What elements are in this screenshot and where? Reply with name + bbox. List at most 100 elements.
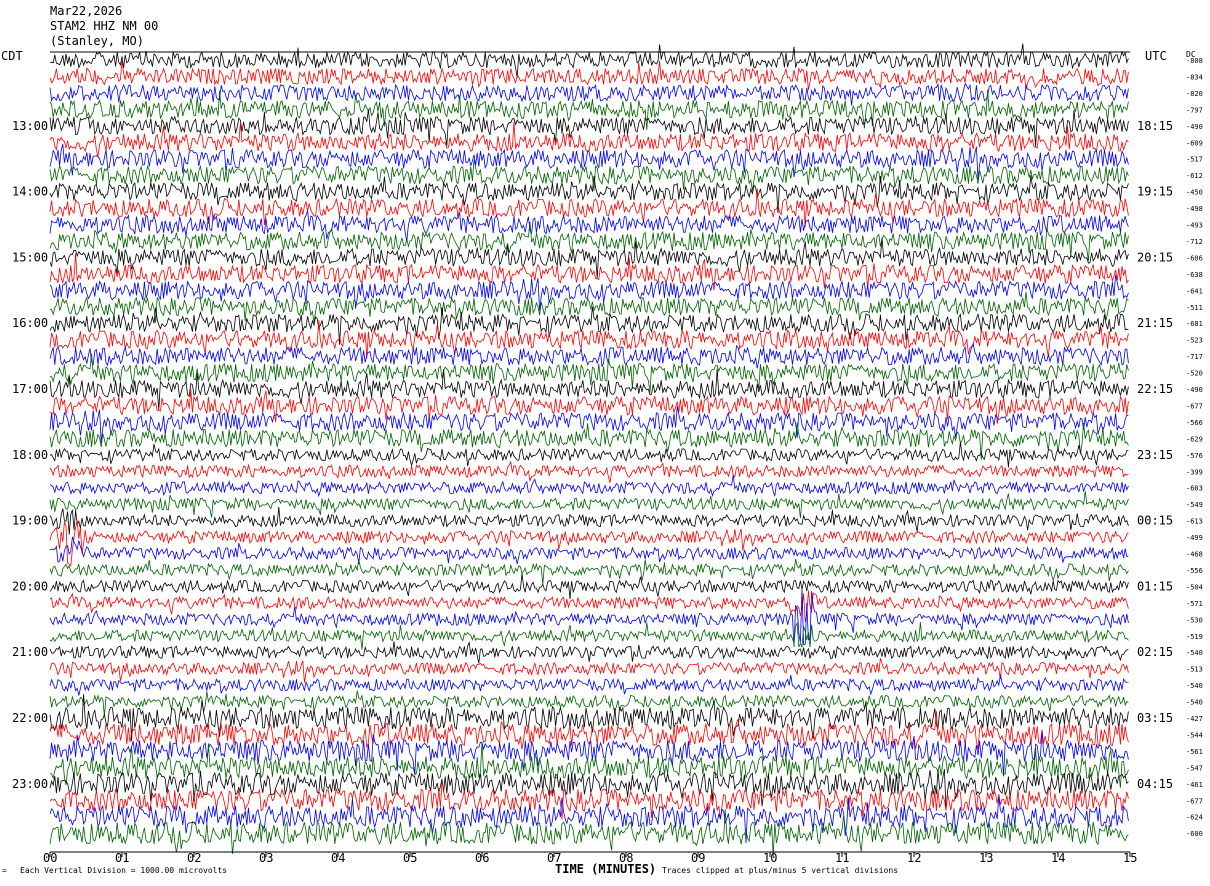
dc-offset-label: -498 bbox=[1186, 205, 1203, 213]
seismic-trace bbox=[49, 109, 1129, 147]
dc-offset-label: -461 bbox=[1186, 781, 1203, 789]
dc-offset-label: -712 bbox=[1186, 238, 1203, 246]
seismic-trace bbox=[49, 674, 1129, 696]
cdt-hour-label: 22:00 bbox=[12, 711, 48, 725]
dc-offset-label: -556 bbox=[1186, 567, 1203, 575]
x-tick-label: 00 bbox=[43, 851, 57, 865]
cdt-hour-label: 23:00 bbox=[12, 777, 48, 791]
dc-offset-label: -808 bbox=[1186, 57, 1203, 65]
utc-hour-label: 21:15 bbox=[1137, 316, 1173, 330]
utc-hour-label: 01:15 bbox=[1137, 579, 1173, 593]
seismic-trace bbox=[49, 640, 1129, 664]
utc-hour-label: 20:15 bbox=[1137, 250, 1173, 264]
cdt-hour-label: 17:00 bbox=[12, 382, 48, 396]
utc-hour-label: 03:15 bbox=[1137, 711, 1173, 725]
dc-offset-label: -677 bbox=[1186, 402, 1203, 410]
dc-offset-label: -490 bbox=[1186, 123, 1203, 131]
utc-hour-label: 02:15 bbox=[1137, 645, 1173, 659]
dc-offset-label: -717 bbox=[1186, 353, 1203, 361]
utc-hour-label: 19:15 bbox=[1137, 185, 1173, 199]
seismic-trace bbox=[49, 621, 1129, 650]
dc-offset-label: -566 bbox=[1186, 419, 1203, 427]
dc-offset-label: -677 bbox=[1186, 797, 1203, 805]
x-tick-label: 09 bbox=[691, 851, 705, 865]
cdt-hour-label: 19:00 bbox=[12, 514, 48, 528]
x-axis-title: TIME (MINUTES) bbox=[555, 862, 657, 876]
plot-axes: CDT UTC DC13:0014:0015:0016:0017:0018:0019… bbox=[1, 49, 1203, 865]
utc-hour-label: 00:15 bbox=[1137, 514, 1173, 528]
cdt-hour-label: 14:00 bbox=[12, 185, 48, 199]
dc-offset-label: -820 bbox=[1186, 90, 1203, 98]
seismic-traces bbox=[49, 43, 1129, 857]
utc-hour-label: 22:15 bbox=[1137, 382, 1173, 396]
seismic-trace bbox=[49, 474, 1129, 498]
dc-offset-label: -540 bbox=[1186, 649, 1203, 657]
dc-offset-label: -629 bbox=[1186, 435, 1203, 443]
seismic-trace bbox=[49, 342, 1129, 369]
dc-offset-label: -797 bbox=[1186, 106, 1203, 114]
dc-offset-label: -523 bbox=[1186, 337, 1203, 345]
x-tick-label: 02 bbox=[187, 851, 201, 865]
dc-offset-label: -517 bbox=[1186, 156, 1203, 164]
x-tick-label: 10 bbox=[763, 851, 777, 865]
dc-offset-label: -549 bbox=[1186, 501, 1203, 509]
date-label: Mar22,2026 bbox=[50, 4, 123, 18]
dc-offset-label: -530 bbox=[1186, 616, 1203, 624]
dc-offset-label: -490 bbox=[1186, 386, 1203, 394]
x-tick-label: 06 bbox=[475, 851, 489, 865]
dc-offset-label: -561 bbox=[1186, 748, 1203, 756]
dc-offset-label: -493 bbox=[1186, 222, 1203, 230]
seismic-trace bbox=[49, 441, 1129, 468]
dc-offset-label: -571 bbox=[1186, 600, 1203, 608]
seismic-trace bbox=[49, 558, 1129, 585]
dc-offset-label: -609 bbox=[1186, 139, 1203, 147]
utc-hour-label: 18:15 bbox=[1137, 119, 1173, 133]
dc-offset-label: -624 bbox=[1186, 814, 1203, 822]
dc-offset-label: -681 bbox=[1186, 320, 1203, 328]
cdt-hour-label: 15:00 bbox=[12, 250, 48, 264]
cdt-hour-label: 20:00 bbox=[12, 579, 48, 593]
dc-offset-label: -603 bbox=[1186, 485, 1203, 493]
seismic-trace bbox=[49, 731, 1129, 777]
x-tick-label: 05 bbox=[403, 851, 417, 865]
clip-note: Traces clipped at plus/minus 5 vertical … bbox=[662, 866, 899, 875]
seismic-trace bbox=[49, 506, 1129, 535]
x-tick-label: 03 bbox=[259, 851, 273, 865]
footer-mark: = bbox=[2, 866, 7, 875]
x-tick-label: 14 bbox=[1051, 851, 1065, 865]
dc-offset-label: -511 bbox=[1186, 304, 1203, 312]
dc-offset-label: -576 bbox=[1186, 452, 1203, 460]
x-tick-label: 11 bbox=[835, 851, 849, 865]
dc-offset-label: -606 bbox=[1186, 254, 1203, 262]
dc-offset-label: -547 bbox=[1186, 764, 1203, 772]
dc-offset-label: -450 bbox=[1186, 189, 1203, 197]
dc-offset-label: -513 bbox=[1186, 666, 1203, 674]
dc-offset-label: -638 bbox=[1186, 271, 1203, 279]
cdt-hour-label: 16:00 bbox=[12, 316, 48, 330]
cdt-hour-label: 18:00 bbox=[12, 448, 48, 462]
dc-offset-label: -540 bbox=[1186, 682, 1203, 690]
x-tick-label: 12 bbox=[907, 851, 921, 865]
left-axis-label: CDT bbox=[1, 49, 23, 63]
right-axis-label: UTC bbox=[1145, 49, 1167, 63]
x-tick-label: 04 bbox=[331, 851, 345, 865]
seismic-trace bbox=[49, 711, 1129, 750]
dc-offset-label: -544 bbox=[1186, 731, 1203, 739]
seismic-trace bbox=[49, 690, 1129, 716]
x-tick-label: 01 bbox=[115, 851, 129, 865]
dc-offset-label: -613 bbox=[1186, 518, 1203, 526]
cdt-hour-label: 21:00 bbox=[12, 645, 48, 659]
dc-offset-label: -520 bbox=[1186, 370, 1203, 378]
scale-note: Each Vertical Division = 1000.00 microvo… bbox=[20, 866, 228, 875]
dc-offset-label: -612 bbox=[1186, 172, 1203, 180]
dc-offset-label: -540 bbox=[1186, 699, 1203, 707]
dc-offset-label: -499 bbox=[1186, 534, 1203, 542]
utc-hour-label: 23:15 bbox=[1137, 448, 1173, 462]
utc-hour-label: 04:15 bbox=[1137, 777, 1173, 791]
seismic-trace bbox=[49, 490, 1129, 519]
seismic-trace bbox=[49, 573, 1129, 600]
location-label: (Stanley, MO) bbox=[50, 34, 144, 48]
helicorder-plot: CDT UTC DC13:0014:0015:0016:0017:0018:0019… bbox=[1, 43, 1203, 865]
dc-offset-label: -399 bbox=[1186, 468, 1203, 476]
seismic-trace bbox=[49, 519, 1129, 567]
